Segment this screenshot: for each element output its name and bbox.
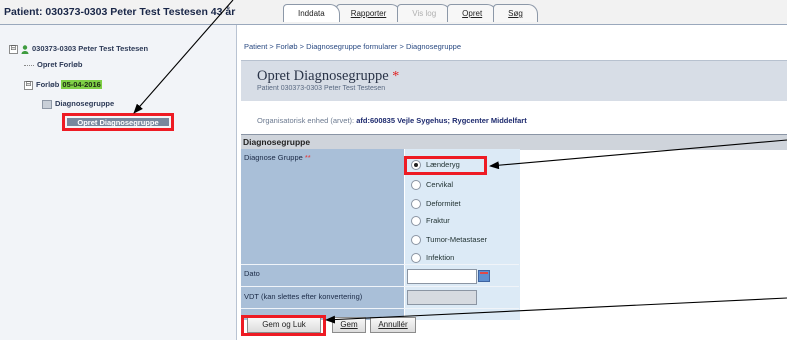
tab-soeg[interactable]: Søg xyxy=(493,4,538,22)
row-divider xyxy=(241,286,519,287)
tree-item-opret-diagnosegruppe-label: Opret Diagnosegruppe xyxy=(67,118,169,127)
gem-button[interactable]: Gem xyxy=(332,317,366,333)
radio-icon[interactable] xyxy=(411,199,421,210)
radio-deformitet[interactable]: Deformitet xyxy=(411,199,461,210)
radio-infektion[interactable]: Infektion xyxy=(411,253,455,264)
tab-vis-log[interactable]: Vis log xyxy=(397,4,452,22)
tree-item-forloeb-label: Forløb xyxy=(36,80,60,89)
vdt-field[interactable] xyxy=(407,290,477,305)
tab-soeg-label: Søg xyxy=(508,9,523,18)
radio-fraktur-label: Fraktur xyxy=(426,216,450,225)
radio-icon[interactable] xyxy=(411,235,421,246)
radio-cervikal-label: Cervikal xyxy=(426,180,454,189)
page-title: Opret Diagnosegruppe * xyxy=(257,68,399,85)
page-subtitle: Patient 030373-0303 Peter Test Testesen xyxy=(257,85,386,92)
tree-root-label: 030373-0303 Peter Test Testesen xyxy=(32,44,149,53)
patient-title: Patient: 030373-0303 Peter Test Testesen… xyxy=(4,6,236,18)
radio-icon[interactable] xyxy=(411,253,421,264)
diagnose-gruppe-label: Diagnose Gruppe ** xyxy=(244,153,311,162)
form-header: Opret Diagnosegruppe * Patient 030373-03… xyxy=(241,60,787,101)
tree-root[interactable]: ⊟ 030373-0303 Peter Test Testesen xyxy=(9,44,148,54)
folder-icon xyxy=(42,99,52,109)
row-divider xyxy=(241,308,519,309)
annuller-label: Annullér xyxy=(378,320,408,329)
dato-label: Dato xyxy=(244,269,260,278)
required-star: * xyxy=(392,69,400,84)
radio-icon[interactable] xyxy=(411,216,421,227)
radio-highlight-box xyxy=(404,156,487,175)
top-bar: Patient: 030373-0303 Peter Test Testesen… xyxy=(0,0,787,25)
person-icon xyxy=(21,44,29,54)
tab-vis-log-label: Vis log xyxy=(412,9,437,18)
collapse-icon[interactable]: ⊟ xyxy=(24,80,33,90)
tab-inddata-label: Inddata xyxy=(298,9,325,18)
gem-label: Gem xyxy=(340,320,358,329)
radio-tumor-metastaser-label: Tumor-Metastaser xyxy=(426,235,487,244)
tree-connector xyxy=(24,64,34,66)
radio-tumor-metastaser[interactable]: Tumor-Metastaser xyxy=(411,235,487,246)
org-unit-label: Organisatorisk enhed (arvet): xyxy=(257,116,355,125)
tree-item-diagnosegruppe-label: Diagnosegruppe xyxy=(55,99,115,108)
tab-rapporter[interactable]: Rapporter xyxy=(335,4,402,22)
vdt-label: VDT (kan slettes efter konvertering) xyxy=(244,292,363,301)
tab-opret[interactable]: Opret xyxy=(447,4,498,22)
tab-opret-label: Opret xyxy=(462,9,483,18)
radio-deformitet-label: Deformitet xyxy=(426,199,461,208)
diagnose-gruppe-label-text: Diagnose Gruppe xyxy=(244,153,303,162)
page-title-text: Opret Diagnosegruppe xyxy=(257,68,389,84)
org-unit-value: afd:600835 Vejle Sygehus; Rygcenter Midd… xyxy=(356,116,527,125)
required-mark: ** xyxy=(304,153,311,162)
radio-icon[interactable] xyxy=(411,180,421,191)
tree-item-opret-diagnosegruppe[interactable]: Opret Diagnosegruppe xyxy=(62,113,174,131)
button-highlight-box xyxy=(241,315,326,336)
radio-cervikal[interactable]: Cervikal xyxy=(411,180,454,191)
radio-fraktur[interactable]: Fraktur xyxy=(411,216,450,227)
calendar-icon[interactable] xyxy=(478,270,490,282)
annuller-button[interactable]: Annullér xyxy=(370,317,416,333)
section-header: Diagnosegruppe xyxy=(241,134,787,150)
radio-infektion-label: Infektion xyxy=(426,253,455,262)
tree-item-diagnosegruppe[interactable]: Diagnosegruppe xyxy=(42,99,114,109)
dato-field[interactable] xyxy=(407,269,477,284)
collapse-icon[interactable]: ⊟ xyxy=(9,44,18,54)
tab-bar: Inddata Rapporter Vis log Opret Søg xyxy=(283,4,538,23)
tree-panel xyxy=(0,25,237,340)
breadcrumb[interactable]: Patient > Forløb > Diagnosegruppe formul… xyxy=(244,42,461,51)
row-divider xyxy=(241,264,519,265)
tab-inddata[interactable]: Inddata xyxy=(283,4,340,22)
tree-item-forloeb[interactable]: ⊟ Forløb 05-04-2016 xyxy=(24,80,102,90)
tab-rapporter-label: Rapporter xyxy=(350,9,387,18)
tree-item-opret-forloeb-label: Opret Forløb xyxy=(37,60,83,69)
tree-item-opret-forloeb[interactable]: Opret Forløb xyxy=(24,60,82,69)
forloeb-date: 05-04-2016 xyxy=(61,80,102,89)
org-unit: Organisatorisk enhed (arvet): afd:600835… xyxy=(257,116,527,125)
